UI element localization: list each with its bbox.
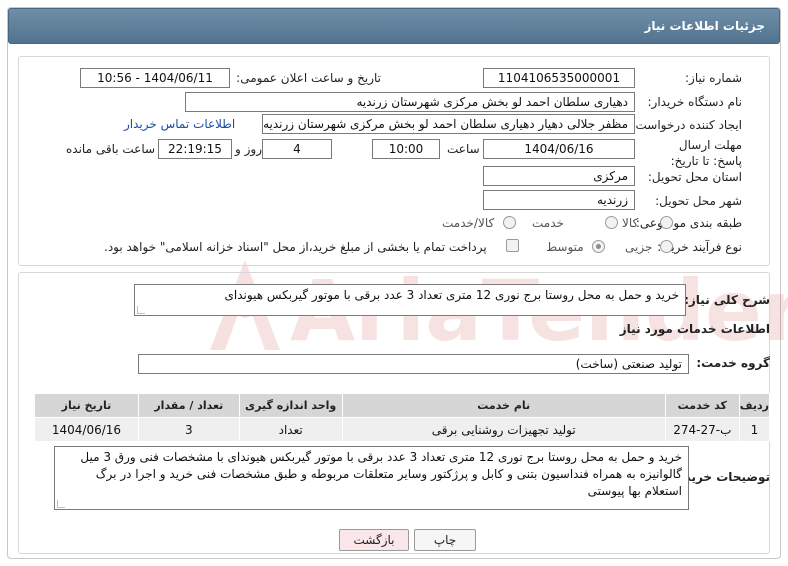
col-header-need-date: تاریخ نیاز [34,393,139,418]
remaining-label: ساعت باقی مانده [66,142,156,156]
table-header-row: ردیف کد خدمت نام خدمت واحد اندازه گیری ت… [34,393,771,418]
service-group-field: تولید صنعتی (ساخت) [138,354,689,374]
announce-field: 1404/06/11 - 10:56 [80,68,230,88]
summary-textarea[interactable]: خرید و حمل به محل روستا برج نوری 12 متری… [134,284,686,316]
category-both-label: کالا/خدمت [442,216,495,230]
header-bar: جزئیات اطلاعات نیاز [8,8,780,44]
purchase-minor-radio[interactable] [660,240,673,253]
col-header-unit: واحد اندازه گیری [238,393,343,418]
category-goods-radio[interactable] [660,216,673,229]
buyer-notes-text: خرید و حمل به محل روستا برج نوری 12 متری… [80,450,682,498]
purchase-minor-label: جزیی [625,240,653,254]
col-header-service-name: نام خدمت [341,393,666,418]
category-service-radio[interactable] [605,216,618,229]
print-button[interactable]: چاپ [414,529,476,551]
category-both-radio[interactable] [503,216,516,229]
treasury-note: پرداخت تمام یا بخشی از مبلغ خرید،از محل … [104,240,487,254]
resize-grip-icon[interactable] [137,306,145,314]
summary-label: شرح کلی نیاز: [684,293,770,307]
purchase-medium-radio[interactable] [592,240,605,253]
cell-need-date: 1404/06/16 [34,417,139,442]
category-service-label: خدمت [532,216,564,230]
summary-text: خرید و حمل به محل روستا برج نوری 12 متری… [224,288,679,302]
province-label: استان محل تحویل: [647,170,742,184]
table-row: 1 ب-27-274 تولید تجهیزات روشنایی برقی تع… [34,417,771,442]
city-field: زرندیه [483,190,635,210]
remaining-time-field: 22:19:15 [158,139,232,159]
cell-quantity: 3 [137,417,240,442]
days-label: روز و [235,142,262,156]
city-label: شهر محل تحویل: [655,194,742,208]
cell-unit: تعداد [238,417,343,442]
purchase-medium-label: متوسط [546,240,584,254]
announce-label: تاریخ و ساعت اعلان عمومی: [236,71,381,85]
cell-service-code: ب-27-274 [664,417,740,442]
page-title: جزئیات اطلاعات نیاز [644,19,765,33]
deadline-label: مهلت ارسال پاسخ: تا تاریخ: [670,138,742,168]
need-number-label: شماره نیاز: [685,71,742,85]
cell-row-number: 1 [738,417,771,442]
col-header-service-code: کد خدمت [664,393,740,418]
category-label: طبقه بندی موضوعی: [635,216,742,230]
deadline-time-field: 10:00 [372,139,440,159]
services-section-title: اطلاعات خدمات مورد نیاز [619,322,770,336]
buyer-org-field: دهیاری سلطان احمد لو بخش مرکزی شهرستان ز… [185,92,635,112]
need-number-field: 1104106535000001 [483,68,635,88]
creator-field: مظفر جلالی دهیار دهیاری سلطان احمد لو بخ… [262,114,635,134]
days-remaining-field: 4 [262,139,332,159]
deadline-time-label: ساعت [447,142,480,156]
cell-service-name: تولید تجهیزات روشنایی برقی [341,417,666,442]
category-goods-label: کالا [622,216,639,230]
back-button[interactable]: بازگشت [339,529,409,551]
resize-grip-icon[interactable] [57,500,65,508]
services-table: ردیف کد خدمت نام خدمت واحد اندازه گیری ت… [34,393,771,442]
deadline-date-field: 1404/06/16 [483,139,635,159]
province-field: مرکزی [483,166,635,186]
buyer-contact-link[interactable]: اطلاعات تماس خریدار [124,117,235,131]
creator-label: ایجاد کننده درخواست: [631,118,742,132]
service-group-label: گروه خدمت: [696,356,770,370]
buyer-org-label: نام دستگاه خریدار: [647,95,743,109]
buyer-notes-textarea[interactable]: خرید و حمل به محل روستا برج نوری 12 متری… [54,446,689,510]
col-header-row-number: ردیف [738,393,771,418]
col-header-quantity: تعداد / مقدار [137,393,240,418]
treasury-checkbox[interactable] [506,239,519,252]
